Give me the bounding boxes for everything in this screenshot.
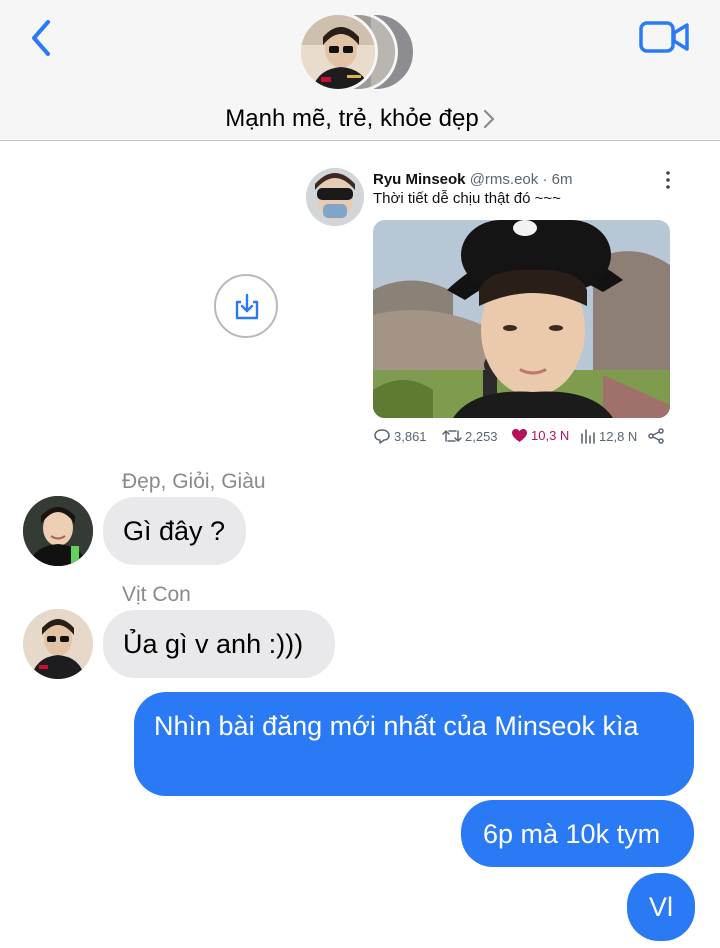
tweet-time: 6m xyxy=(551,171,573,188)
incoming-message[interactable]: Gì đây ? xyxy=(103,497,246,565)
video-call-button[interactable] xyxy=(638,18,690,56)
group-name-button[interactable]: Mạnh mẽ, trẻ, khỏe đẹp xyxy=(0,104,720,133)
views-count: 12,8 N xyxy=(599,428,638,444)
save-attachment-button[interactable] xyxy=(214,274,278,338)
tweet-separator: · xyxy=(542,171,548,188)
conversation-header: Mạnh mẽ, trẻ, khỏe đẹp xyxy=(0,0,720,141)
member-avatar xyxy=(298,12,378,92)
sender-name: Vịt Con xyxy=(122,583,191,606)
chevron-left-icon xyxy=(32,20,50,56)
sender-name: Đẹp, Giỏi, Giàu xyxy=(122,470,266,493)
like-count: 10,3 N xyxy=(531,428,570,443)
chevron-right-icon xyxy=(483,109,494,128)
shared-tweet-card[interactable]: Ryu Minseok @rms.eok · 6m Thời tiết dễ c… xyxy=(300,162,686,457)
heart-icon xyxy=(512,429,527,442)
retweet-count: 2,253 xyxy=(465,428,498,444)
back-button[interactable] xyxy=(26,18,58,58)
sender-avatar[interactable] xyxy=(23,609,93,679)
message-text: Nhìn bài đăng mới nhất của Minseok kìa xyxy=(154,711,639,741)
views-stat[interactable]: 12,8 N xyxy=(580,428,637,444)
reply-count: 3,861 xyxy=(394,428,427,444)
message-text: Ủa gì v anh :))) xyxy=(123,629,304,659)
outgoing-message[interactable]: 6p mà 10k tym xyxy=(461,800,694,867)
retweet-stat[interactable]: 2,253 xyxy=(442,428,498,444)
like-stat[interactable]: 10,3 N xyxy=(511,428,569,443)
share-icon xyxy=(648,428,664,444)
tweet-author-avatar[interactable] xyxy=(306,168,364,226)
download-icon xyxy=(235,293,259,320)
tweet-more-button[interactable] xyxy=(660,170,676,190)
tweet-text: Thời tiết dễ chịu thật đó ~~~ xyxy=(373,190,561,207)
message-text: 6p mà 10k tym xyxy=(483,818,661,849)
retweet-icon xyxy=(442,430,462,442)
message-text: Vl xyxy=(648,892,673,922)
incoming-message[interactable]: Ủa gì v anh :))) xyxy=(103,610,335,678)
views-chart-icon xyxy=(581,429,595,444)
group-name: Mạnh mẽ, trẻ, khỏe đẹp xyxy=(225,104,479,132)
reply-icon xyxy=(374,429,390,444)
tweet-stats: 3,861 2,253 10,3 N 12,8 N xyxy=(373,428,673,448)
reply-stat[interactable]: 3,861 xyxy=(373,428,427,444)
message-text: Gì đây ? xyxy=(123,516,226,546)
video-camera-icon xyxy=(639,21,689,53)
share-button[interactable] xyxy=(647,428,665,444)
tweet-author-handle: @rms.eok xyxy=(469,171,539,188)
group-avatar-stack[interactable] xyxy=(298,12,422,96)
more-vertical-icon xyxy=(666,171,670,189)
tweet-author-name[interactable]: Ryu Minseok xyxy=(373,171,466,188)
sender-avatar[interactable] xyxy=(23,496,93,566)
tweet-photo[interactable] xyxy=(373,220,670,418)
outgoing-message[interactable]: Nhìn bài đăng mới nhất của Minseok kìa xyxy=(134,692,694,796)
outgoing-message[interactable]: Vl xyxy=(627,873,695,941)
tweet-header: Ryu Minseok @rms.eok · 6m xyxy=(373,171,572,188)
